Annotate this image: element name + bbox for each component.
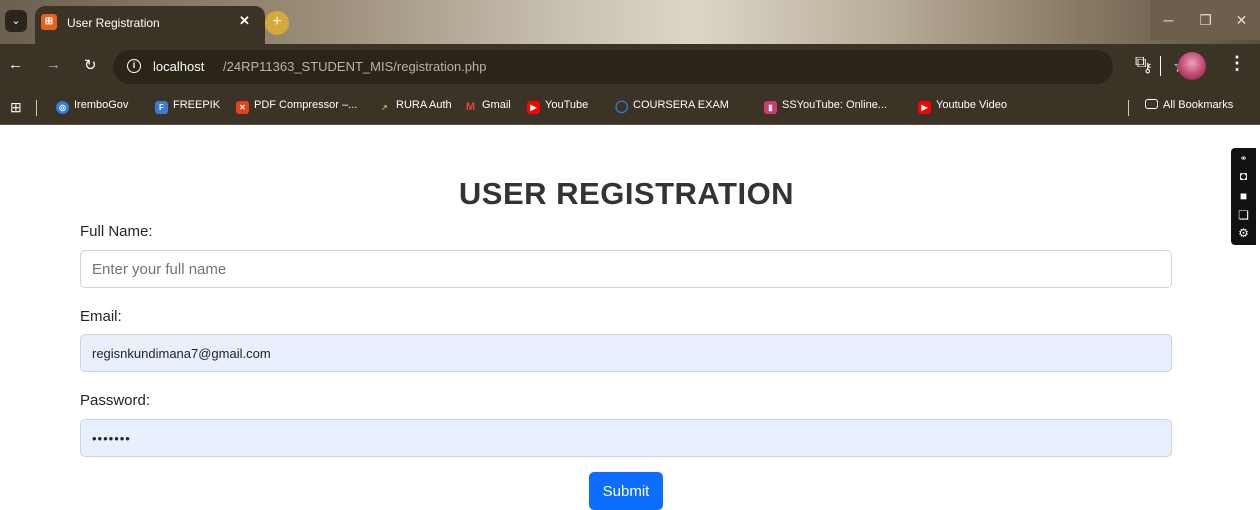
irembogov-icon: ◎ [56, 101, 69, 114]
apps-grid-icon[interactable]: ⊞ [10, 99, 22, 116]
coursera-icon: ◯ [615, 99, 629, 113]
bookmark-freepik[interactable]: F FREEPIK [155, 99, 220, 114]
email-label: Email: [80, 308, 122, 325]
tab-title: User Registration [67, 16, 160, 30]
extensions-icon[interactable]: ⧉ [1135, 54, 1146, 72]
bookmark-irembogov[interactable]: ◎ IremboGov [56, 99, 128, 114]
settings-gear-icon[interactable]: ⚙ [1236, 227, 1251, 240]
bookmark-rura-auth[interactable]: ↗ RURA Auth [378, 99, 452, 114]
reload-icon[interactable]: ↻ [84, 56, 97, 74]
link-icon[interactable]: ⚭ [1236, 152, 1251, 165]
all-bookmarks[interactable]: All Bookmarks [1145, 99, 1233, 111]
new-tab-icon[interactable]: + [265, 11, 289, 35]
freepik-icon: F [155, 101, 168, 114]
url-path: /24RP11363_STUDENT_MIS/registration.php [223, 59, 487, 74]
rura-auth-icon: ↗ [381, 103, 388, 112]
bookmark-pdf-compressor[interactable]: ✕ PDF Compressor –... [236, 99, 357, 114]
minimize-icon[interactable]: ─ [1150, 0, 1187, 40]
tab-search-icon[interactable]: ⌄ [5, 10, 27, 32]
gmail-icon: M [465, 101, 476, 113]
bookmark-youtube-video[interactable]: ▶ Youtube Video [918, 99, 1007, 114]
forward-icon[interactable]: → [46, 56, 61, 73]
close-tab-icon[interactable]: ✕ [239, 13, 250, 29]
bookmarks-divider [36, 100, 37, 116]
tab-user-registration[interactable]: ⊞ User Registration ✕ [35, 6, 265, 44]
window-close-icon[interactable]: ✕ [1223, 0, 1260, 40]
youtube-icon: ▶ [527, 101, 540, 114]
full-name-label: Full Name: [80, 223, 153, 240]
submit-button[interactable]: Submit [589, 472, 663, 510]
page-title: USER REGISTRATION [458, 176, 795, 211]
address-row: ← → ↻ i localhost /24RP11363_STUDENT_MIS… [0, 44, 1260, 90]
youtube-video-icon: ▶ [918, 101, 931, 114]
full-name-input[interactable] [80, 250, 1172, 288]
ssyoutube-icon: ▮ [764, 101, 777, 114]
url-host: localhost [153, 59, 205, 74]
password-input[interactable] [80, 419, 1172, 457]
back-icon[interactable]: ← [8, 56, 23, 73]
favicon-icon: ⊞ [41, 14, 57, 30]
profile-avatar[interactable] [1178, 52, 1206, 80]
bookmarks-bar: ⊞ ◎ IremboGov F FREEPIK ✕ PDF Compressor –.… [0, 90, 1260, 125]
pdf-compressor-icon: ✕ [236, 101, 249, 114]
folder-icon [1145, 99, 1158, 109]
browser-chrome: ⌄ ⊞ User Registration ✕ + ─ ❐ ✕ ← → ↻ i … [0, 0, 1260, 125]
tab-strip: ⌄ ⊞ User Registration ✕ + ─ ❐ ✕ [0, 0, 1260, 44]
bookmark-ssyoutube[interactable]: ▮ SSYouTube: Online... [764, 99, 887, 114]
more-menu-icon[interactable]: ⋮ [1228, 53, 1246, 74]
toolbar-divider [1160, 56, 1161, 76]
password-label: Password: [80, 392, 151, 409]
restore-icon[interactable]: ❐ [1187, 0, 1224, 40]
address-bar[interactable]: i localhost /24RP11363_STUDENT_MIS/regis… [113, 50, 1188, 84]
bookmark-gmail[interactable]: M Gmail [464, 99, 511, 114]
bookmarks-divider-right [1128, 100, 1129, 116]
site-info-icon[interactable]: i [127, 59, 141, 73]
bookmark-youtube[interactable]: ▶ YouTube [527, 99, 588, 114]
email-input[interactable] [80, 334, 1172, 372]
bookmark-coursera-exam[interactable]: ◯ COURSERA EXAM [615, 99, 729, 113]
